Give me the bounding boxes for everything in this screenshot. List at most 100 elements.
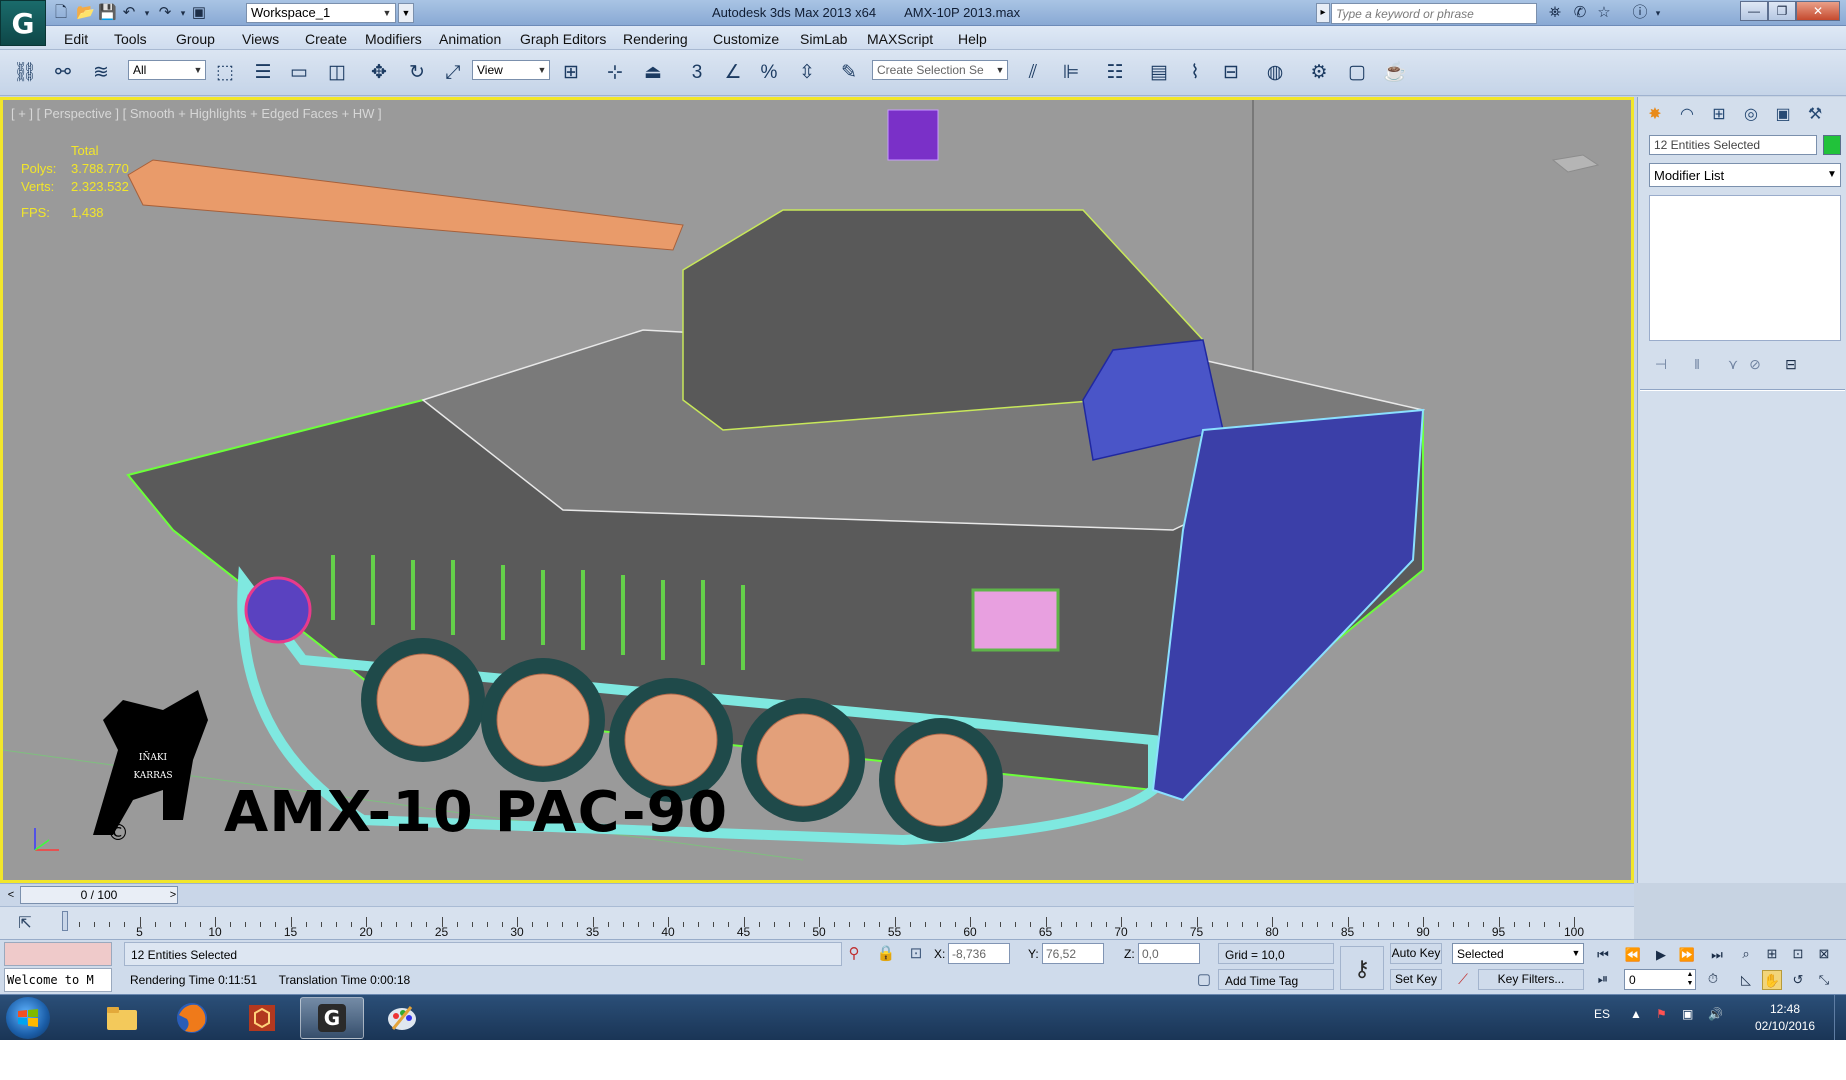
set-keys-icon[interactable]: ⚷ bbox=[1340, 946, 1384, 990]
modifier-list-dropdown[interactable]: Modifier List ▼ bbox=[1649, 163, 1841, 187]
taskbar-3dsmax[interactable]: G bbox=[300, 997, 364, 1039]
communication-center-icon[interactable]: ✆ bbox=[1570, 4, 1590, 22]
y-coord-field[interactable]: 76,52 bbox=[1042, 943, 1104, 964]
zoom-all-icon[interactable]: ⊞ bbox=[1762, 944, 1782, 964]
layer-manager-icon[interactable]: ☷ bbox=[1102, 60, 1128, 86]
help-dropdown-icon[interactable]: ▾ bbox=[1648, 4, 1668, 22]
select-and-scale-icon[interactable]: ⤢ bbox=[440, 60, 466, 86]
select-and-manipulate-icon[interactable]: ⊹ bbox=[602, 60, 628, 86]
pan-view-icon[interactable]: ✋ bbox=[1762, 970, 1782, 990]
angle-snap-icon[interactable]: ∠ bbox=[720, 60, 746, 86]
set-key-button[interactable]: Set Key bbox=[1390, 969, 1442, 990]
previous-frame-icon[interactable]: ⏪ bbox=[1622, 946, 1644, 964]
default-tangent-icon[interactable]: ⟋ bbox=[1452, 969, 1474, 990]
menu-create[interactable]: Create bbox=[305, 31, 347, 47]
current-time-marker[interactable] bbox=[62, 911, 68, 931]
system-clock[interactable]: 12:48 02/10/2016 bbox=[1742, 1001, 1828, 1035]
favorites-star-icon[interactable]: ☆ bbox=[1594, 4, 1614, 22]
modify-tab-icon[interactable]: ◠ bbox=[1674, 103, 1700, 127]
search-input[interactable]: Type a keyword or phrase bbox=[1331, 3, 1537, 24]
menu-graph-editors[interactable]: Graph Editors bbox=[520, 31, 606, 47]
maxscript-output[interactable] bbox=[4, 942, 112, 966]
selection-lock-icon[interactable]: 🔒 bbox=[876, 944, 896, 964]
spinner-snap-icon[interactable]: ⇳ bbox=[794, 60, 820, 86]
key-mode-dropdown[interactable]: Selected ▼ bbox=[1452, 943, 1584, 964]
menu-maxscript[interactable]: MAXScript bbox=[867, 31, 933, 47]
unlink-selection-icon[interactable]: ⚯ bbox=[50, 60, 76, 86]
tank-model-wireframe[interactable]: IÑAKI KARRAS © bbox=[3, 100, 1631, 880]
binoculars-icon[interactable]: ⛯ bbox=[1545, 4, 1565, 22]
bind-to-space-warp-icon[interactable]: ≋ bbox=[88, 60, 114, 86]
taskbar-firefox[interactable] bbox=[160, 997, 224, 1039]
maximize-viewport-icon[interactable]: ⤡ bbox=[1814, 970, 1834, 990]
new-file-icon[interactable]: 🗋 bbox=[52, 4, 70, 22]
remove-modifier-icon[interactable]: ⊘ bbox=[1744, 353, 1766, 375]
taskbar-explorer[interactable] bbox=[90, 997, 154, 1039]
configure-modifier-sets-icon[interactable]: ⊟ bbox=[1780, 353, 1802, 375]
frame-spinner-icon[interactable]: ▲ ▼ bbox=[1685, 970, 1695, 989]
time-tag-icon[interactable]: ▢ bbox=[1194, 970, 1214, 990]
menu-tools[interactable]: Tools bbox=[114, 31, 147, 47]
window-crossing-icon[interactable]: ◫ bbox=[324, 60, 350, 86]
schematic-view-icon[interactable]: ⊟ bbox=[1218, 60, 1244, 86]
select-and-move-icon[interactable]: ✥ bbox=[366, 60, 392, 86]
zoom-extents-icon[interactable]: ⊡ bbox=[1788, 944, 1808, 964]
action-center-flag-icon[interactable]: ⚑ bbox=[1656, 1007, 1667, 1021]
select-by-name-icon[interactable]: ☰ bbox=[250, 60, 276, 86]
open-file-icon[interactable]: 📂 bbox=[76, 4, 95, 22]
select-and-link-icon[interactable]: ⛓ bbox=[12, 60, 38, 86]
display-tab-icon[interactable]: ▣ bbox=[1770, 103, 1796, 127]
snaps-toggle-icon[interactable]: 3 bbox=[684, 60, 710, 86]
menu-edit[interactable]: Edit bbox=[64, 31, 88, 47]
add-time-tag-button[interactable]: Add Time Tag bbox=[1218, 969, 1334, 990]
selection-filter-dropdown[interactable]: All ▼ bbox=[128, 60, 206, 80]
network-icon[interactable]: ▣ bbox=[1682, 1007, 1693, 1021]
play-icon[interactable]: ▶ bbox=[1650, 946, 1672, 964]
keyboard-shortcut-override-icon[interactable]: ⏏ bbox=[640, 60, 666, 86]
menu-group[interactable]: Group bbox=[176, 31, 215, 47]
help-icon[interactable]: ⓘ bbox=[1630, 4, 1650, 22]
mini-curve-editor-icon[interactable]: ⇱ bbox=[12, 913, 38, 935]
time-configuration-icon[interactable]: ⏱ bbox=[1702, 970, 1724, 988]
z-coord-field[interactable]: 0,0 bbox=[1138, 943, 1200, 964]
menu-simlab[interactable]: SimLab bbox=[800, 31, 847, 47]
taskbar-paint[interactable] bbox=[370, 997, 434, 1039]
project-folder-icon[interactable]: ▣ bbox=[190, 4, 208, 22]
rendered-frame-window-icon[interactable]: ▢ bbox=[1344, 60, 1370, 86]
named-selection-dropdown[interactable]: Create Selection Se ▼ bbox=[872, 60, 1008, 80]
current-frame-field[interactable]: 0 ▲ ▼ bbox=[1624, 969, 1696, 990]
menu-animation[interactable]: Animation bbox=[439, 31, 501, 47]
select-and-rotate-icon[interactable]: ↻ bbox=[404, 60, 430, 86]
save-file-icon[interactable]: 💾 bbox=[98, 4, 117, 22]
undo-icon[interactable]: ↶ bbox=[120, 4, 138, 22]
hierarchy-tab-icon[interactable]: ⊞ bbox=[1706, 103, 1732, 127]
material-editor-icon[interactable]: ◍ bbox=[1262, 60, 1288, 86]
percent-snap-icon[interactable]: % bbox=[756, 60, 782, 86]
orbit-icon[interactable]: ↺ bbox=[1788, 970, 1808, 990]
menu-rendering[interactable]: Rendering bbox=[623, 31, 688, 47]
selection-name-field[interactable]: 12 Entities Selected bbox=[1649, 135, 1817, 155]
volume-icon[interactable]: 🔊 bbox=[1708, 1007, 1723, 1021]
close-button[interactable]: ✕ bbox=[1796, 1, 1840, 21]
zoom-extents-all-icon[interactable]: ⊠ bbox=[1814, 944, 1834, 964]
render-production-icon[interactable]: ☕ bbox=[1382, 60, 1408, 86]
viewcube-icon[interactable] bbox=[1551, 154, 1600, 173]
align-icon[interactable]: ⊫ bbox=[1058, 60, 1084, 86]
absolute-mode-icon[interactable]: ⊡ bbox=[906, 944, 926, 964]
utilities-tab-icon[interactable]: ⚒ bbox=[1802, 103, 1828, 127]
start-button[interactable] bbox=[6, 997, 50, 1039]
pin-stack-icon[interactable]: ⊣ bbox=[1650, 353, 1672, 375]
tray-expand-icon[interactable]: ▲ bbox=[1630, 1007, 1642, 1021]
reference-coordinate-dropdown[interactable]: View ▼ bbox=[472, 60, 550, 80]
x-coord-field[interactable]: -8,736 bbox=[948, 943, 1010, 964]
key-mode-toggle-icon[interactable]: ⏯ bbox=[1592, 970, 1614, 988]
time-slider[interactable]: < 0 / 100 > bbox=[0, 883, 1634, 906]
show-desktop-button[interactable] bbox=[1834, 995, 1846, 1041]
search-expand-button[interactable]: ▸ bbox=[1316, 3, 1330, 23]
undo-dropdown-icon[interactable]: ▾ bbox=[138, 4, 156, 22]
menu-views[interactable]: Views bbox=[242, 31, 279, 47]
mirror-icon[interactable]: ⫽ bbox=[1020, 60, 1046, 86]
key-filters-button[interactable]: Key Filters... bbox=[1478, 969, 1584, 990]
frame-ruler[interactable]: 5 10 15 20 25 30 35 40 45 50 55 60 65 70 75 80 85 90 95 100 bbox=[64, 909, 1584, 939]
curve-editor-icon[interactable]: ⌇ bbox=[1182, 60, 1208, 86]
